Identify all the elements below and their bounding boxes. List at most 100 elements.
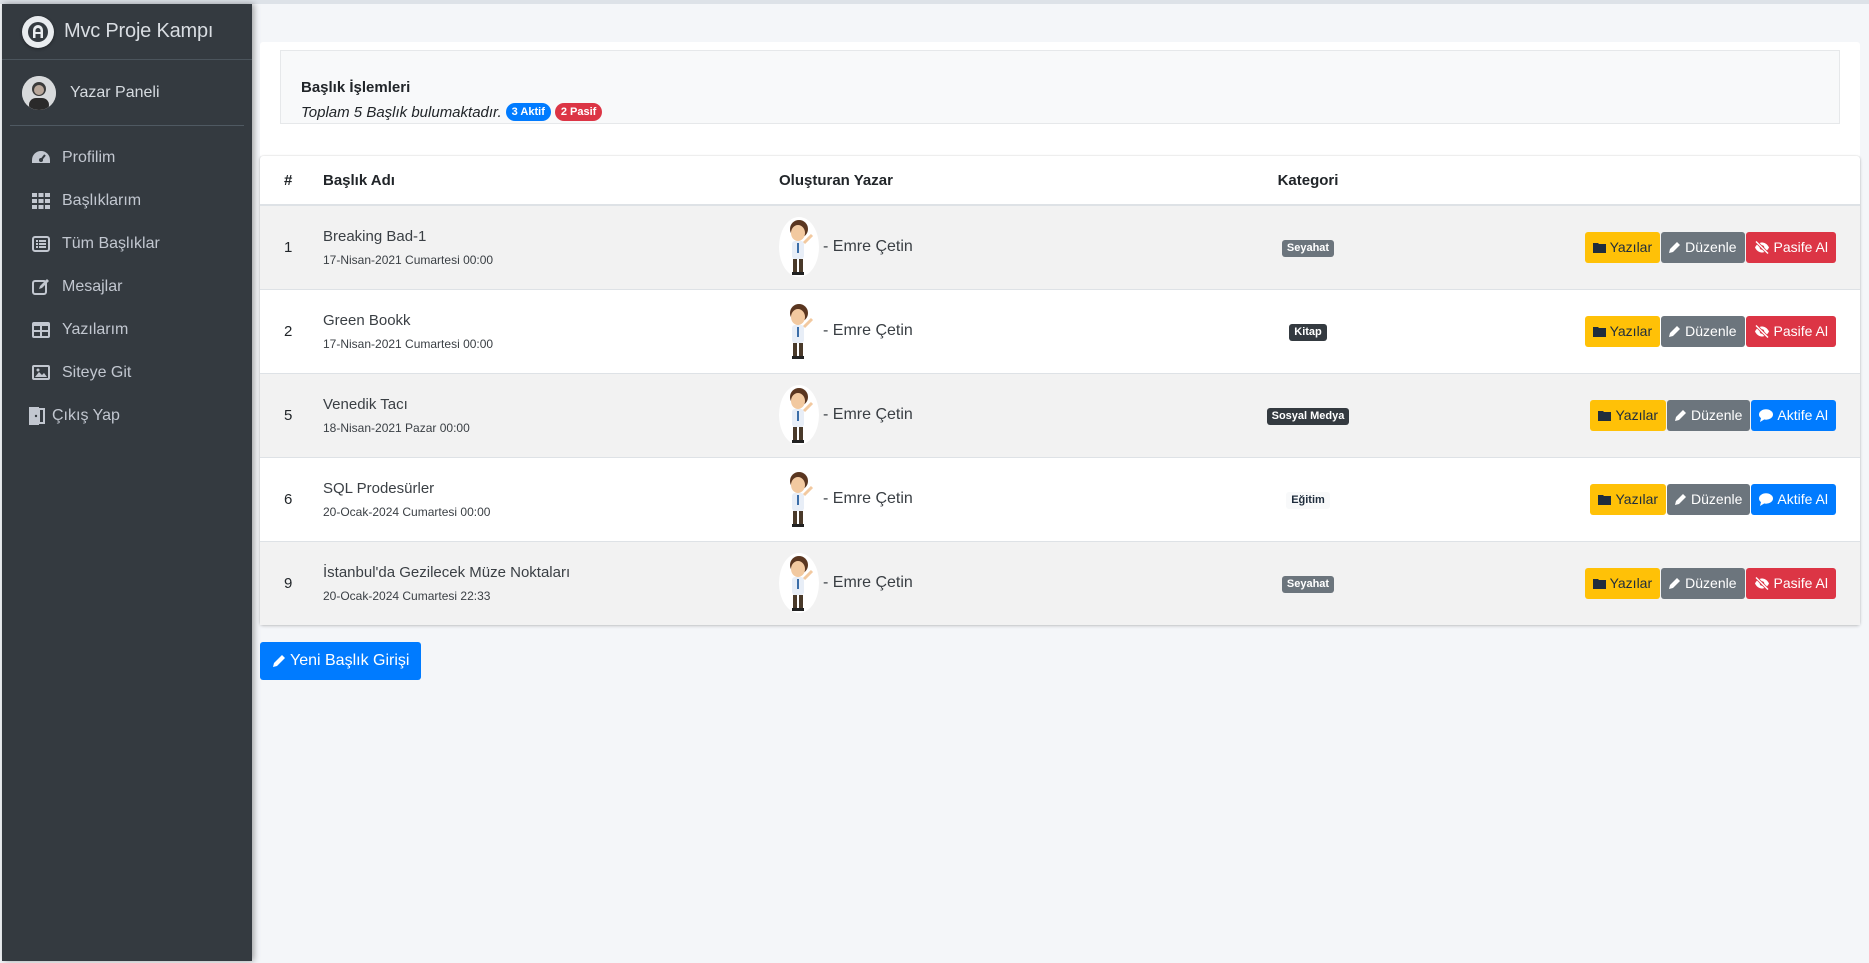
sidebar-item-label: Çıkış Yap [52,406,120,424]
table-row: 9 İstanbul'da Gezilecek Müze Noktaları 20-… [260,540,1860,625]
edit-button-label: Düzenle [1685,239,1737,256]
edit-button[interactable]: Düzenle [1661,567,1745,599]
author-name: - Emre Çetin [823,322,913,339]
author: - Emre Çetin [779,301,1183,361]
table-row: 5 Venedik Tacı 18-Nisan-2021 Pazar 00:00 - … [260,372,1860,457]
author-avatar [779,385,819,445]
posts-button-label: Yazılar [1615,491,1659,507]
row-title-cell: SQL Prodesürler 20-Ocak-2024 Cumartesi 00… [323,456,779,541]
posts-button-label: Yazılar [1615,407,1659,423]
pencil-icon [1669,578,1681,590]
sidebar-item-yazilarim[interactable]: Yazılarım [2,308,252,351]
column-header-actions [1433,156,1860,206]
row-date: 20-Ocak-2024 Cumartesi 22:33 [323,588,491,603]
status-button-label: Pasife Al [1773,575,1828,592]
author-avatar [779,469,819,529]
pencil-icon [1675,494,1687,505]
row-id: 5 [260,372,323,457]
table-header-row: # Başlık Adı Oluşturan Yazar Kategori [260,156,1860,206]
passive-count-badge: 2 Pasif [554,103,603,121]
posts-button[interactable]: Yazılar [1584,315,1661,347]
top-border [0,0,1869,4]
posts-button-label: Yazılar [1609,239,1653,256]
folder-icon [1598,410,1612,421]
edit-button[interactable]: Düzenle [1667,399,1751,431]
row-author-cell: - Emre Çetin [779,372,1183,457]
deactivate-button[interactable]: Pasife Al [1745,231,1836,263]
row-id: 9 [260,540,323,625]
row-actions: Yazılar Düzenle Pasife Al [1433,288,1860,373]
sidebar-item-label: Mesajlar [62,277,123,295]
summary-text: Toplam 5 Başlık bulumaktadır. [301,103,502,121]
status-button-label: Pasife Al [1773,239,1828,256]
sidebar-item-cikis-yap[interactable]: Çıkış Yap [2,394,252,437]
pencil-icon [1669,326,1681,337]
comment-icon [1759,492,1774,506]
grid-icon [30,192,52,210]
titles-table-card: # Başlık Adı Oluşturan Yazar Kategori 1B… [260,156,1860,625]
dashboard-icon [30,149,52,167]
row-actions: Yazılar Düzenle Pasife Al [1433,204,1860,289]
author-avatar [779,301,819,361]
edit-button[interactable]: Düzenle [1661,231,1745,263]
row-title-cell: Breaking Bad-1 17-Nisan-2021 Cumartesi 00… [323,204,779,289]
brand-logo-icon [22,15,54,48]
door-icon [26,406,48,425]
author: - Emre Çetin [779,217,1183,278]
posts-button[interactable]: Yazılar [1590,483,1667,515]
author: - Emre Çetin [779,469,1183,529]
author-name: - Emre Çetin [823,490,913,507]
deactivate-button[interactable]: Pasife Al [1745,315,1836,347]
category-badge: Seyahat [1281,239,1335,257]
edit-button-label: Düzenle [1691,491,1743,507]
sidebar-item-label: Başlıklarım [62,191,142,209]
sidebar: Mvc Proje Kampı Yazar Paneli Profilim Ba… [2,4,252,961]
active-count-badge: 3 Aktif [505,103,551,121]
row-actions: Yazılar Düzenle Pasife Al [1433,540,1860,625]
brand-link[interactable]: Mvc Proje Kampı [2,4,252,60]
author-avatar [779,217,819,278]
edit-button[interactable]: Düzenle [1661,315,1745,347]
user-panel[interactable]: Yazar Paneli [10,60,244,126]
sidebar-item-tum-basliklar[interactable]: Tüm Başlıklar [2,222,252,265]
table-row: 6 SQL Prodesürler 20-Ocak-2024 Cumartesi 0… [260,456,1860,541]
deactivate-button[interactable]: Pasife Al [1745,567,1836,599]
eye-slash-icon [1754,576,1769,590]
row-author-cell: - Emre Çetin [779,288,1183,373]
row-author-cell: - Emre Çetin [779,456,1183,541]
table-icon [30,321,52,339]
folder-icon [1598,494,1612,505]
row-category-cell: Kitap [1183,288,1433,373]
posts-button[interactable]: Yazılar [1584,231,1661,263]
sidebar-item-profilim[interactable]: Profilim [2,136,252,179]
author-name: - Emre Çetin [823,406,913,423]
sidebar-item-siteye-git[interactable]: Siteye Git [2,351,252,394]
row-category-cell: Sosyal Medya [1183,372,1433,457]
status-button-label: Pasife Al [1773,323,1828,339]
posts-button[interactable]: Yazılar [1584,567,1661,599]
author: - Emre Çetin [779,553,1183,614]
category-badge: Kitap [1289,323,1327,341]
main-content: Başlık İşlemleri Toplam 5 Başlık bulumak… [260,42,1860,680]
edit-button[interactable]: Düzenle [1667,483,1751,515]
posts-button[interactable]: Yazılar [1590,399,1667,431]
author-avatar [779,553,819,614]
brand-title: Mvc Proje Kampı [64,20,214,42]
activate-button[interactable]: Aktife Al [1751,399,1836,431]
edit-button-label: Düzenle [1685,323,1737,339]
author-name: - Emre Çetin [823,574,913,592]
row-date: 18-Nisan-2021 Pazar 00:00 [323,420,470,435]
info-card: Başlık İşlemleri Toplam 5 Başlık bulumak… [260,42,1860,158]
category-badge: Seyahat [1281,575,1335,593]
pencil-icon [1669,242,1681,254]
sidebar-item-basliklarim[interactable]: Başlıklarım [2,179,252,222]
sidebar-item-label: Siteye Git [62,363,132,381]
table-row: 1 Breaking Bad-1 17-Nisan-2021 Cumartesi 0… [260,204,1860,289]
row-id: 1 [260,204,323,289]
row-date: 17-Nisan-2021 Cumartesi 00:00 [323,252,494,267]
new-title-button[interactable]: Yeni Başlık Girişi [260,642,422,680]
sidebar-item-mesajlar[interactable]: Mesajlar [2,265,252,308]
user-avatar [22,75,56,110]
edit-button-label: Düzenle [1691,407,1743,423]
activate-button[interactable]: Aktife Al [1751,483,1836,515]
